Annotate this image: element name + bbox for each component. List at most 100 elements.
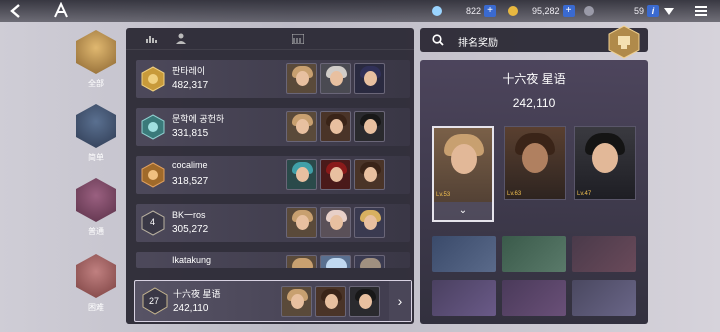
stamina-icon	[584, 6, 594, 16]
character-portrait	[315, 286, 346, 317]
ranking-row[interactable]: Ikatakung	[136, 252, 410, 268]
category-easy[interactable]: 简单	[74, 104, 118, 163]
home-logo-icon[interactable]	[52, 2, 70, 20]
player-name: 문학에 공헌하	[172, 114, 225, 124]
team-icon	[292, 34, 304, 44]
stamina-info-button[interactable]: i	[647, 5, 660, 17]
rank-reward-label: 排名奖励	[458, 38, 498, 49]
my-rank-number: 27	[149, 296, 160, 306]
expand-arrow-button[interactable]: ›	[389, 281, 411, 321]
category-label: 困难	[88, 303, 104, 312]
crystal-icon	[432, 6, 442, 16]
trophy-hex-icon	[76, 30, 116, 74]
character-portrait	[286, 255, 317, 268]
dagger-item-icon[interactable]	[432, 280, 496, 316]
hero-level: Lv.53	[436, 192, 451, 198]
ring-item-icon[interactable]	[502, 236, 566, 272]
stamina-count: 59	[634, 6, 645, 16]
category-label: 简单	[88, 153, 104, 162]
trophy-icon[interactable]	[606, 24, 642, 60]
hero-card-selected[interactable]: Lv.53 ⌄	[432, 126, 494, 222]
character-portrait	[286, 159, 317, 190]
character-portrait	[320, 63, 351, 94]
gold-count: 95,282	[532, 6, 560, 16]
player-score: 305,272	[172, 224, 209, 235]
search-icon	[432, 34, 444, 46]
dropdown-triangle-icon[interactable]	[664, 6, 674, 16]
teal-rank-emblem-icon	[141, 114, 165, 140]
ranking-list-panel: 판타레이 482,317 문학에 공헌하 331,815 cocalime 31…	[126, 28, 414, 324]
team-portraits	[281, 286, 380, 317]
character-portrait	[281, 286, 312, 317]
detail-score: 242,110	[512, 96, 556, 110]
character-portrait	[354, 255, 385, 268]
menu-icon[interactable]	[694, 4, 708, 18]
crystal-count: 822	[466, 6, 482, 16]
character-portrait	[320, 255, 351, 268]
user-icon	[176, 33, 186, 44]
rank-number: 4	[150, 217, 156, 227]
bull-hex-icon	[76, 254, 116, 298]
player-detail-panel: 十六夜 星语 242,110 Lv.53 ⌄ Lv.63 Lv.47	[420, 60, 648, 324]
chevron-down-icon[interactable]: ⌄	[434, 202, 492, 220]
weapon-staff-item-icon[interactable]	[432, 236, 496, 272]
player-score: 331,815	[172, 128, 209, 139]
player-name: cocalime	[172, 160, 208, 170]
team-portraits	[286, 207, 385, 238]
top-bar: 822 + 95,282 + 59 i	[0, 0, 720, 22]
ranking-row[interactable]: 판타레이 482,317	[136, 60, 410, 98]
character-portrait	[320, 159, 351, 190]
player-name: Ikatakung	[172, 255, 212, 265]
my-rank-row[interactable]: 27 十六夜 星语 242,110 ›	[134, 280, 412, 322]
armor-item-icon[interactable]	[572, 236, 636, 272]
character-portrait	[320, 207, 351, 238]
add-crystal-button[interactable]: +	[484, 5, 497, 17]
character-portrait	[354, 159, 385, 190]
hero-level: Lv.47	[577, 191, 592, 197]
category-hard[interactable]: 困难	[74, 254, 118, 313]
player-name: 판타레이	[172, 66, 206, 76]
player-score: 482,317	[172, 80, 209, 91]
gold-coin-icon	[508, 6, 518, 16]
hero-card[interactable]: Lv.63	[504, 126, 566, 200]
bull-hex-icon	[76, 104, 116, 148]
team-portraits	[286, 63, 385, 94]
ranking-row[interactable]: 문학에 공헌하 331,815	[136, 108, 410, 146]
team-portraits	[286, 111, 385, 142]
crystal-resource: 822 +	[432, 3, 497, 19]
axe-item-icon[interactable]	[572, 280, 636, 316]
list-header	[126, 28, 414, 50]
character-portrait	[354, 111, 385, 142]
ranking-row[interactable]: cocalime 318,527	[136, 156, 410, 194]
detail-player-name: 十六夜 星语	[502, 72, 566, 86]
gold-rank-emblem-icon	[141, 66, 165, 92]
category-normal[interactable]: 普通	[74, 178, 118, 237]
category-all[interactable]: 全部	[74, 30, 118, 89]
character-portrait	[286, 111, 317, 142]
team-portraits	[286, 255, 385, 268]
bronze-rank-emblem-icon	[141, 162, 165, 188]
ranking-row[interactable]: 4 BK一ros 305,272	[136, 204, 410, 242]
character-portrait	[354, 207, 385, 238]
hero-level: Lv.63	[507, 191, 522, 197]
my-player-name: 十六夜 星语	[173, 289, 221, 299]
character-portrait	[286, 207, 317, 238]
team-portraits	[286, 159, 385, 190]
hero-card[interactable]: Lv.47	[574, 126, 636, 200]
back-arrow-icon[interactable]	[8, 3, 24, 19]
stamina-resource: 59 i	[584, 3, 660, 19]
my-player-score: 242,110	[173, 303, 209, 314]
gauntlet-item-icon[interactable]	[502, 280, 566, 316]
add-gold-button[interactable]: +	[562, 5, 575, 17]
character-portrait	[320, 111, 351, 142]
bull-hex-icon	[76, 178, 116, 222]
character-portrait	[349, 286, 380, 317]
bar-chart-icon	[146, 36, 157, 43]
character-portrait	[286, 63, 317, 94]
category-label: 全部	[88, 79, 104, 88]
gold-resource: 95,282 +	[508, 3, 575, 19]
category-label: 普通	[88, 227, 104, 236]
character-portrait	[354, 63, 385, 94]
player-name: BK一ros	[172, 210, 206, 220]
player-score: 318,527	[172, 176, 209, 187]
